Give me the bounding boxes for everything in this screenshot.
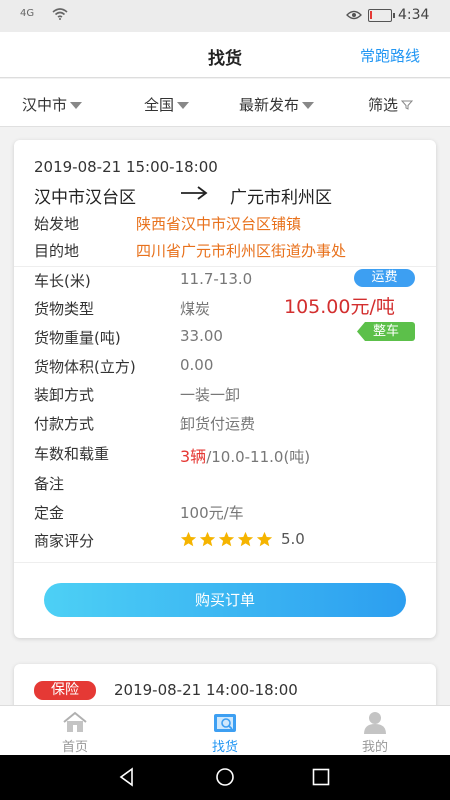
chevron-down-icon bbox=[177, 102, 190, 109]
filter-bar: 汉中市 全国 最新发布 筛选 bbox=[0, 79, 450, 127]
home-circle-icon[interactable] bbox=[215, 767, 235, 787]
back-icon[interactable] bbox=[117, 767, 137, 787]
route-to: 广元市利州区 bbox=[230, 188, 332, 208]
deposit-label: 定金 bbox=[34, 504, 65, 522]
tab-find-goods[interactable]: 找货 bbox=[185, 710, 265, 755]
detail-value: 卸货付运费 bbox=[180, 415, 256, 433]
route-from: 汉中市汉台区 bbox=[34, 188, 136, 208]
star-icon bbox=[256, 531, 273, 546]
destination-label: 目的地 bbox=[34, 242, 80, 260]
bottom-tab-bar: 首页 找货 我的 bbox=[0, 705, 450, 755]
load-datetime: 2019-08-21 14:00-18:00 bbox=[114, 681, 298, 699]
filter-destination[interactable]: 全国 bbox=[144, 94, 190, 115]
star-icon bbox=[199, 531, 216, 546]
freight-tag: 运费 bbox=[354, 269, 415, 287]
detail-label: 货物体积(立方) bbox=[34, 358, 136, 376]
full-truck-tag: 整车 bbox=[357, 322, 415, 341]
origin-address: 陕西省汉中市汉台区铺镇 bbox=[136, 215, 302, 233]
divider bbox=[14, 562, 436, 563]
arrow-right-icon bbox=[181, 186, 208, 200]
eye-icon bbox=[346, 10, 362, 20]
insurance-tag: 保险 bbox=[34, 681, 96, 700]
detail-value: 煤炭 bbox=[180, 300, 211, 318]
chevron-down-icon bbox=[70, 102, 83, 109]
profile-icon bbox=[364, 712, 386, 734]
destination-address: 四川省广元市利州区街道办事处 bbox=[136, 242, 347, 260]
tab-label: 我的 bbox=[361, 740, 388, 755]
deposit-value: 100元/车 bbox=[180, 504, 244, 522]
detail-label: 货物类型 bbox=[34, 300, 95, 318]
system-navigation-bar bbox=[0, 755, 450, 800]
detail-value: 0.00 bbox=[180, 356, 214, 374]
detail-value: 11.7-13.0 bbox=[180, 270, 253, 288]
filter-sort[interactable]: 最新发布 bbox=[239, 94, 315, 115]
battery-icon bbox=[368, 9, 395, 22]
rating-label: 商家评分 bbox=[34, 532, 95, 550]
chevron-down-icon bbox=[302, 102, 315, 109]
tab-label: 找货 bbox=[211, 740, 238, 755]
remark-label: 备注 bbox=[34, 475, 65, 493]
wifi-icon bbox=[52, 8, 68, 20]
freight-price: 105.00元/吨 bbox=[284, 296, 395, 318]
detail-value: 33.00 bbox=[180, 327, 223, 345]
vehicles-label: 车数和载重 bbox=[34, 445, 110, 463]
filter-origin-city[interactable]: 汉中市 bbox=[22, 94, 83, 115]
detail-label: 付款方式 bbox=[34, 415, 95, 433]
tab-home[interactable]: 首页 bbox=[35, 710, 115, 755]
home-icon bbox=[63, 711, 87, 732]
star-icon bbox=[180, 531, 197, 546]
detail-label: 货物重量(吨) bbox=[34, 329, 121, 347]
vehicle-count: 3辆 bbox=[180, 447, 207, 466]
buy-order-button[interactable]: 购买订单 bbox=[44, 583, 406, 617]
tab-label: 首页 bbox=[61, 740, 88, 755]
tab-profile[interactable]: 我的 bbox=[335, 710, 415, 755]
rating-score: 5.0 bbox=[281, 530, 305, 548]
filter-icon bbox=[401, 100, 414, 110]
star-icon bbox=[237, 531, 254, 546]
app-header: 找货 常跑路线 bbox=[0, 32, 450, 78]
filter-advanced[interactable]: 筛选 bbox=[368, 94, 414, 115]
origin-label: 始发地 bbox=[34, 215, 80, 233]
detail-label: 装卸方式 bbox=[34, 386, 95, 404]
frequent-routes-link[interactable]: 常跑路线 bbox=[360, 45, 420, 66]
find-goods-icon bbox=[214, 714, 236, 732]
vehicle-weight: /10.0-11.0(吨) bbox=[206, 448, 311, 466]
detail-label: 车长(米) bbox=[34, 272, 91, 290]
vehicles-value: 3辆/10.0-11.0(吨) bbox=[180, 443, 310, 467]
cargo-card[interactable]: 2019-08-21 15:00-18:00 汉中市汉台区 广元市利州区 始发地… bbox=[14, 140, 436, 638]
divider bbox=[14, 266, 436, 267]
rating-stars: 5.0 bbox=[180, 530, 305, 548]
signal-indicator: 4G bbox=[20, 8, 35, 19]
clock: 4:34 bbox=[398, 7, 430, 23]
load-datetime: 2019-08-21 15:00-18:00 bbox=[34, 158, 218, 176]
status-bar: 4G 4:34 bbox=[0, 0, 450, 32]
recents-icon[interactable] bbox=[311, 767, 331, 787]
detail-value: 一装一卸 bbox=[180, 386, 241, 404]
star-icon bbox=[218, 531, 235, 546]
